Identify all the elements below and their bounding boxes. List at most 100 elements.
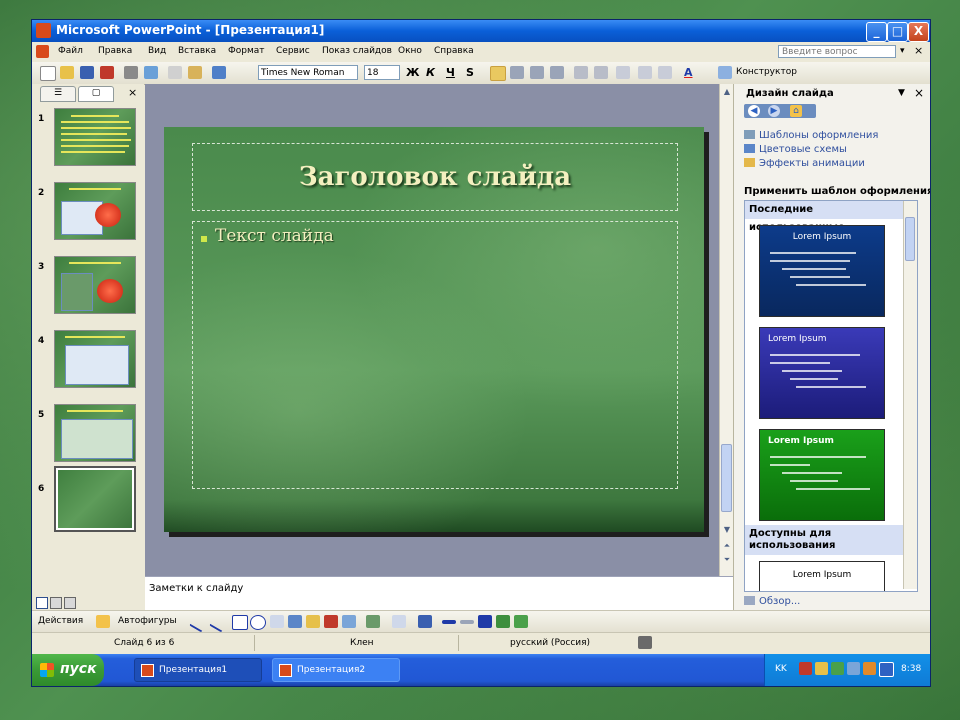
wordart-icon[interactable] <box>288 615 302 628</box>
slide-thumbnail-4[interactable] <box>54 330 136 388</box>
language-indicator[interactable]: KK <box>775 664 787 674</box>
scroll-thumb[interactable] <box>905 217 915 261</box>
template-thumbnail[interactable]: Lorem Ipsum <box>759 327 885 419</box>
tray-icon[interactable] <box>847 662 860 675</box>
template-thumbnail[interactable]: Lorem Ipsum <box>759 561 885 591</box>
close-button[interactable]: X <box>908 22 929 42</box>
powerpoint-app-icon[interactable] <box>36 23 51 38</box>
menu-view[interactable]: Вид <box>148 46 166 56</box>
cut-icon[interactable] <box>168 66 182 79</box>
taskbar-item-presentation2[interactable]: Презентация2 <box>272 658 400 682</box>
document-close-button[interactable]: × <box>914 44 923 57</box>
autoshapes-menu[interactable]: Автофигуры <box>118 616 177 626</box>
oval-icon[interactable] <box>250 615 266 630</box>
font-color-button[interactable]: A <box>684 66 693 79</box>
menu-format[interactable]: Формат <box>228 46 265 56</box>
home-icon[interactable]: ⌂ <box>790 105 802 117</box>
fill-color-icon[interactable] <box>366 615 380 628</box>
menu-insert[interactable]: Вставка <box>178 46 216 56</box>
tray-icon[interactable] <box>863 662 876 675</box>
task-pane-dropdown-icon[interactable]: ▼ <box>898 88 905 98</box>
align-right-icon[interactable] <box>530 66 544 79</box>
tab-slides[interactable]: ▢ <box>78 86 114 102</box>
scroll-thumb[interactable] <box>721 444 732 512</box>
slide-vertical-scrollbar[interactable]: ▲ ▼ ⏶ ⏷ <box>719 84 734 576</box>
scroll-down-icon[interactable]: ▼ <box>721 524 733 536</box>
new-icon[interactable] <box>40 66 56 81</box>
maximize-button[interactable]: □ <box>887 22 908 42</box>
arrow-style-icon[interactable] <box>478 615 492 628</box>
diagram-icon[interactable] <box>306 615 320 628</box>
line-color-icon[interactable] <box>392 615 406 628</box>
save-icon[interactable] <box>80 66 94 79</box>
bullets-icon[interactable] <box>594 66 608 79</box>
minimize-button[interactable]: _ <box>866 22 887 42</box>
shadow-button[interactable]: S <box>466 66 474 79</box>
animation-effects-link[interactable]: Эффекты анимации <box>744 158 865 169</box>
dash-style-icon[interactable] <box>460 620 474 624</box>
color-schemes-link[interactable]: Цветовые схемы <box>744 144 847 155</box>
menu-file[interactable]: Файл <box>58 46 83 56</box>
paste-icon[interactable] <box>188 66 202 79</box>
design-button[interactable]: Конструктор <box>736 67 797 77</box>
font-size-select[interactable]: 18 <box>364 65 400 80</box>
menu-slideshow[interactable]: Показ слайдов <box>322 46 392 56</box>
start-button[interactable]: пуск <box>32 654 104 686</box>
tray-icon[interactable] <box>815 662 828 675</box>
actions-menu[interactable]: Действия <box>38 616 83 626</box>
title-placeholder[interactable]: Заголовок слайда <box>192 143 678 211</box>
bold-button[interactable]: Ж <box>406 66 419 79</box>
menu-window[interactable]: Окно <box>398 46 422 56</box>
tab-outline[interactable]: ☰ <box>40 86 76 102</box>
align-left-icon[interactable] <box>490 66 506 81</box>
slide-sorter-icon[interactable] <box>50 597 62 609</box>
tray-icon[interactable] <box>831 662 844 675</box>
line-style-icon[interactable] <box>442 620 456 624</box>
menu-help[interactable]: Справка <box>434 46 474 56</box>
font-name-select[interactable]: Times New Roman <box>258 65 358 80</box>
shadow-style-icon[interactable] <box>496 615 510 628</box>
slide-thumbnail-1[interactable] <box>54 108 136 166</box>
preview-icon[interactable] <box>144 66 158 79</box>
print-icon[interactable] <box>124 66 138 79</box>
next-slide-icon[interactable]: ⏷ <box>721 554 733 566</box>
scroll-up-icon[interactable]: ▲ <box>721 86 733 98</box>
decrease-indent-icon[interactable] <box>638 66 652 79</box>
title-bar[interactable]: Microsoft PowerPoint - [Презентация1] _ … <box>32 20 930 42</box>
increase-font-icon[interactable] <box>616 66 630 79</box>
forward-icon[interactable]: ▶ <box>768 105 780 117</box>
template-thumbnail[interactable]: Lorem Ipsum <box>759 429 885 521</box>
select-objects-icon[interactable] <box>96 615 110 628</box>
increase-indent-icon[interactable] <box>658 66 672 79</box>
font-color-icon[interactable] <box>418 615 432 628</box>
template-list-scrollbar[interactable] <box>903 201 917 589</box>
task-pane-close-button[interactable]: × <box>914 86 924 100</box>
picture-icon[interactable] <box>342 615 356 628</box>
panel-close-button[interactable]: × <box>128 86 137 99</box>
numbering-icon[interactable] <box>574 66 588 79</box>
permission-icon[interactable] <box>100 66 114 79</box>
align-center-icon[interactable] <box>510 66 524 79</box>
arrow-icon[interactable] <box>209 612 229 633</box>
rectangle-icon[interactable] <box>232 615 248 630</box>
slide-thumbnail-3[interactable] <box>54 256 136 314</box>
slide-thumbnail-2[interactable] <box>54 182 136 240</box>
document-icon[interactable] <box>36 45 49 58</box>
underline-button[interactable]: Ч <box>446 66 455 79</box>
template-thumbnail[interactable]: Lorem Ipsum <box>759 225 885 317</box>
slide-title[interactable]: Заголовок слайда <box>193 162 677 192</box>
notes-placeholder[interactable]: Заметки к слайду <box>149 583 243 594</box>
tray-icon[interactable] <box>879 662 894 677</box>
clipart-icon[interactable] <box>324 615 338 628</box>
design-icon[interactable] <box>718 66 732 79</box>
spelling-status-icon[interactable] <box>638 636 652 649</box>
undo-icon[interactable] <box>212 66 226 79</box>
ask-dropdown-icon[interactable]: ▾ <box>900 46 905 56</box>
normal-view-icon[interactable] <box>36 597 48 609</box>
line-icon[interactable] <box>189 612 209 633</box>
slide-body-text[interactable]: Текст слайда <box>215 226 334 246</box>
open-icon[interactable] <box>60 66 74 79</box>
slideshow-icon[interactable] <box>64 597 76 609</box>
menu-tools[interactable]: Сервис <box>276 46 310 56</box>
tray-icon[interactable] <box>799 662 812 675</box>
